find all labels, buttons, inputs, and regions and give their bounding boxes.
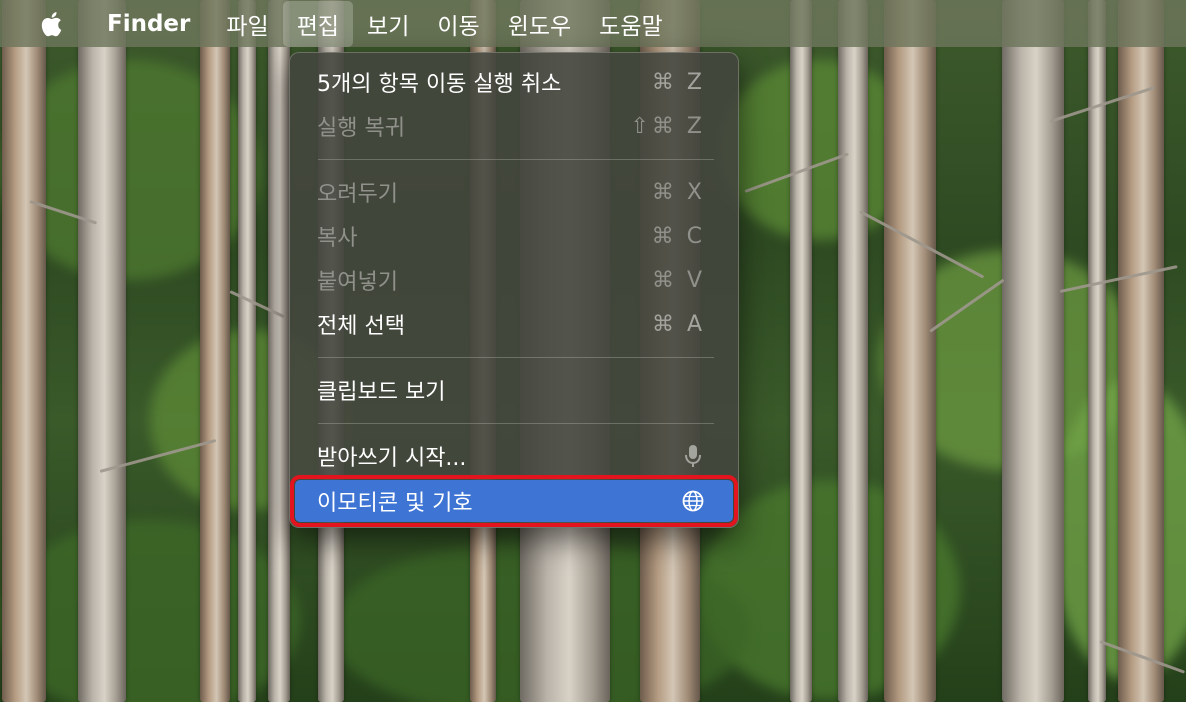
menu-item-emoji-and-symbols[interactable]: 이모티콘 및 기호	[290, 475, 738, 527]
menu-item-shortcut: ⌘ Z	[651, 69, 705, 95]
menu-item-start-dictation[interactable]: 받아쓰기 시작...	[295, 435, 733, 477]
menu-go[interactable]: 이동	[423, 0, 493, 47]
menu-item-copy[interactable]: 복사 ⌘ C	[295, 215, 733, 257]
menu-item-select-all[interactable]: 전체 선택 ⌘ A	[295, 303, 733, 345]
menu-item-label: 복사	[317, 226, 358, 251]
menu-item-shortcut: ⌘ X	[651, 179, 705, 205]
apple-menu-icon[interactable]	[39, 9, 67, 39]
menu-item-label: 붙여넣기	[317, 270, 398, 295]
menu-view[interactable]: 보기	[353, 0, 423, 47]
menu-edit[interactable]: 편집	[282, 0, 354, 47]
menu-separator	[318, 357, 714, 358]
menu-item-label: 전체 선택	[317, 314, 405, 339]
menu-item-redo[interactable]: 실행 복귀 ⇧⌘ Z	[295, 105, 733, 147]
menu-help[interactable]: 도움말	[585, 0, 676, 47]
menu-item-show-clipboard[interactable]: 클립보드 보기	[295, 369, 733, 411]
menu-item-label: 오려두기	[317, 182, 398, 207]
menu-item-shortcut: ⌘ A	[651, 311, 705, 337]
menu-bar: Finder 파일 편집 보기 이동 윈도우 도움말	[0, 0, 1186, 47]
menu-item-shortcut: ⇧⌘ Z	[630, 113, 705, 139]
menu-item-label: 받아쓰기 시작...	[317, 446, 467, 471]
menu-item-label: 5개의 항목 이동 실행 취소	[317, 72, 562, 97]
menu-window[interactable]: 윈도우	[494, 0, 585, 47]
menu-separator	[318, 159, 714, 160]
menu-item-label: 실행 복귀	[317, 116, 405, 141]
menu-item-label: 클립보드 보기	[317, 380, 446, 405]
menu-item-shortcut: ⌘ C	[651, 223, 705, 249]
menu-item-cut[interactable]: 오려두기 ⌘ X	[295, 171, 733, 213]
menu-item-undo[interactable]: 5개의 항목 이동 실행 취소 ⌘ Z	[295, 61, 733, 103]
menu-item-paste[interactable]: 붙여넣기 ⌘ V	[295, 259, 733, 301]
edit-menu-dropdown: 5개의 항목 이동 실행 취소 ⌘ Z 실행 복귀 ⇧⌘ Z 오려두기 ⌘ X …	[289, 52, 739, 528]
menu-file[interactable]: 파일	[212, 0, 282, 47]
menu-item-shortcut: ⌘ V	[651, 267, 705, 293]
globe-icon	[681, 489, 705, 513]
microphone-icon	[681, 444, 705, 468]
menu-item-label: 이모티콘 및 기호	[317, 491, 473, 516]
menu-finder[interactable]: Finder	[107, 0, 212, 47]
menu-separator	[318, 423, 714, 424]
